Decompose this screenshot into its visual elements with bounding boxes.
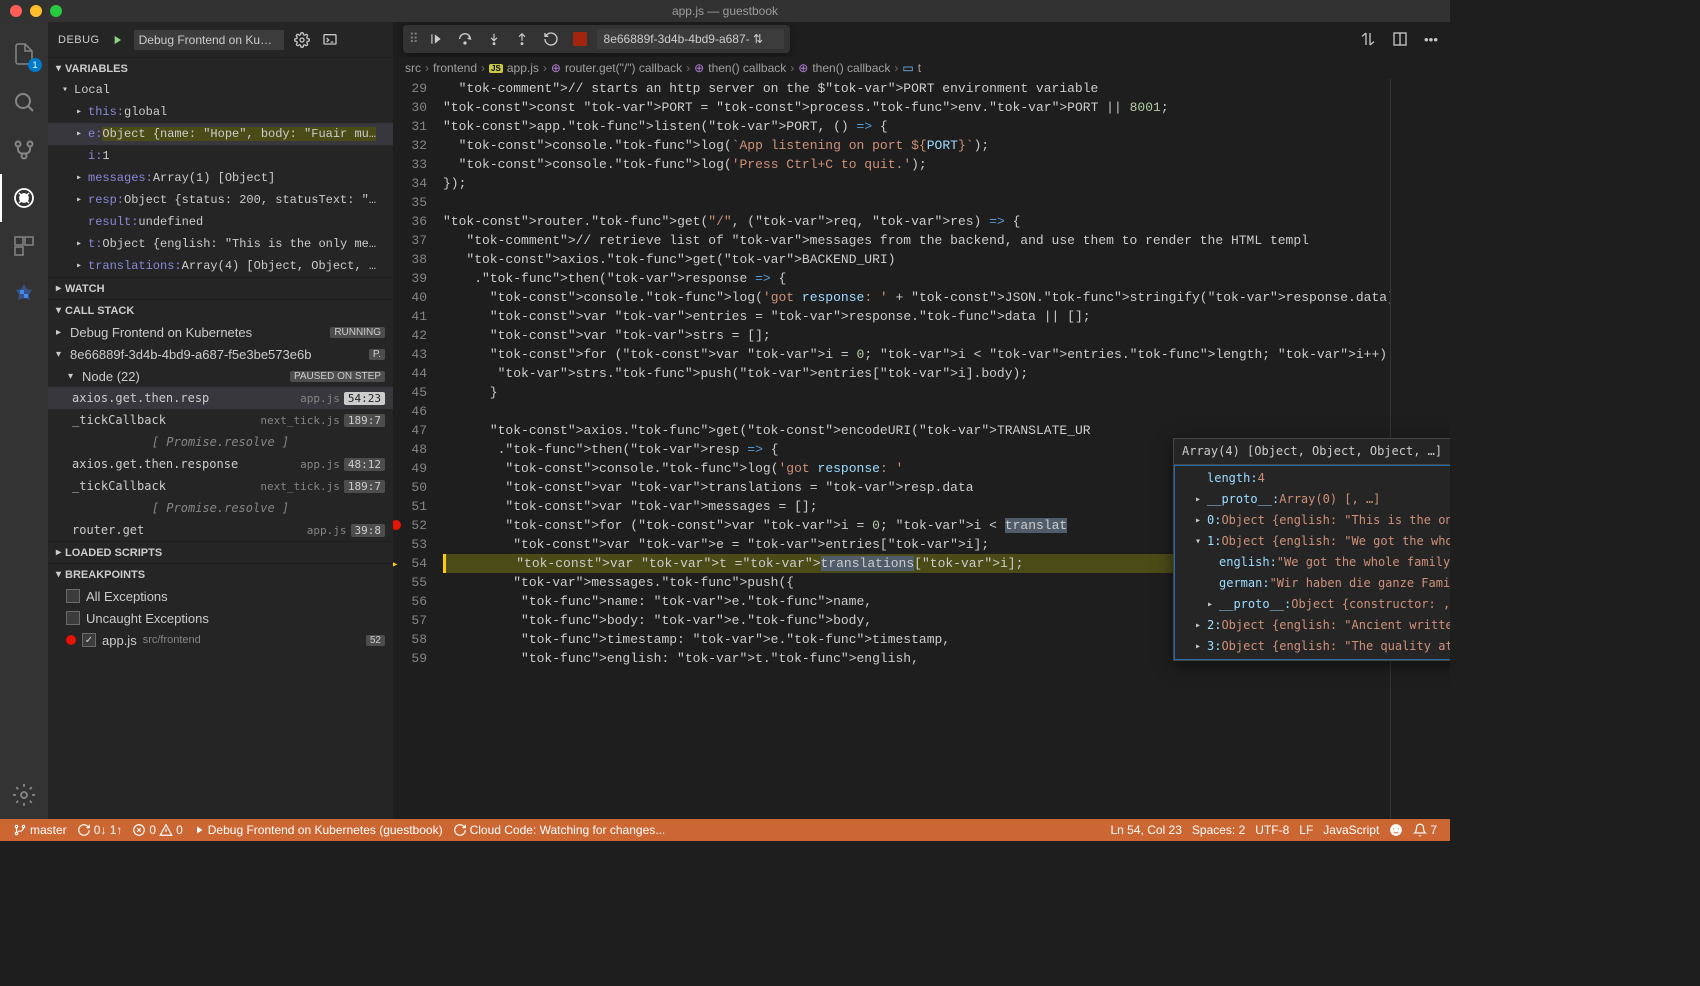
callstack-section-header[interactable]: ▾ CALL STACK: [48, 299, 393, 321]
split-editor-icon[interactable]: [1390, 29, 1410, 49]
step-into-button[interactable]: [483, 28, 505, 50]
variable-row[interactable]: ▸messages: Array(1) [Object]: [48, 167, 393, 189]
breakpoint-file[interactable]: app.js src/frontend 52: [48, 629, 393, 651]
debug-config-dropdown[interactable]: Debug Frontend on Kubern ⇅: [134, 30, 284, 50]
git-sync[interactable]: 0↓ 1↑: [72, 819, 128, 841]
continue-button[interactable]: [425, 28, 447, 50]
source-control-icon[interactable]: [0, 126, 48, 174]
callstack-thread[interactable]: ▾ 8e66889f-3d4b-4bd9-a687-f5e3be573e6b P…: [48, 343, 393, 365]
variable-row[interactable]: ▸t: Object {english: "This is the only m…: [48, 233, 393, 255]
debug-sidebar: DEBUG Debug Frontend on Kubern ⇅ ▾ VARIA…: [48, 22, 393, 819]
minimize-window-button[interactable]: [30, 5, 42, 17]
editor-area: ⠿ 8e66889f-3d4b-4bd9-a687- ⇅ ••• src › f…: [393, 22, 1450, 819]
callstack-node[interactable]: ▾ Node (22) PAUSED ON STEP: [48, 365, 393, 387]
cloud-code-status[interactable]: Cloud Code: Watching for changes...: [448, 819, 671, 841]
debug-toolbar: DEBUG Debug Frontend on Kubern ⇅: [48, 22, 393, 57]
watch-section-header[interactable]: ▸ WATCH: [48, 277, 393, 299]
language-mode[interactable]: JavaScript: [1318, 819, 1384, 841]
variable-row[interactable]: ▸this: global: [48, 101, 393, 123]
close-window-button[interactable]: [10, 5, 22, 17]
hover-property[interactable]: ▸0: Object {english: "This is the only m…: [1175, 510, 1450, 531]
search-icon[interactable]: [0, 78, 48, 126]
callstack-frame[interactable]: router.getapp.js 39:8: [48, 519, 393, 541]
callstack-session[interactable]: ▸ Debug Frontend on Kubernetes RUNNING: [48, 321, 393, 343]
hover-property[interactable]: ▸__proto__: Array(0) [, …]: [1175, 489, 1450, 510]
editor-toolbar: ⠿ 8e66889f-3d4b-4bd9-a687- ⇅ •••: [393, 22, 1450, 57]
callstack-frame[interactable]: axios.get.then.respapp.js 54:23: [48, 387, 393, 409]
function-icon: ⊕: [798, 61, 808, 75]
window-title: app.js — guestbook: [672, 4, 778, 18]
breakpoint-dot-icon: [66, 635, 76, 645]
extensions-icon[interactable]: [0, 222, 48, 270]
callstack-promise: [ Promise.resolve ]: [48, 497, 393, 519]
start-debug-button[interactable]: [108, 31, 126, 49]
hover-property[interactable]: german: "Wir haben die ganze Familie für…: [1175, 573, 1450, 594]
callstack-frame[interactable]: _tickCallbacknext_tick.js 189:7: [48, 409, 393, 431]
explorer-icon[interactable]: 1: [0, 30, 48, 78]
hover-property[interactable]: ▸2: Object {english: "Ancient written Ch…: [1175, 615, 1450, 636]
variable-row[interactable]: ▸resp: Object {status: 200, statusText: …: [48, 189, 393, 211]
debug-status[interactable]: Debug Frontend on Kubernetes (guestbook): [188, 819, 448, 841]
cursor-position[interactable]: Ln 54, Col 23: [1106, 819, 1187, 841]
compare-icon[interactable]: [1358, 29, 1378, 49]
code-editor[interactable]: 2930313233343536373839404142434445464748…: [393, 79, 1450, 819]
notifications[interactable]: 7: [1408, 819, 1442, 841]
local-scope[interactable]: ▾Local: [48, 79, 393, 101]
indentation[interactable]: Spaces: 2: [1187, 819, 1250, 841]
debug-label: DEBUG: [58, 34, 100, 46]
debug-hover-tooltip[interactable]: Array(4) [Object, Object, Object, …] len…: [1173, 438, 1450, 661]
thread-dropdown[interactable]: 8e66889f-3d4b-4bd9-a687- ⇅: [597, 29, 785, 49]
function-icon: ⊕: [694, 61, 704, 75]
statusbar: master 0↓ 1↑ 0 0 Debug Frontend on Kuber…: [0, 819, 1450, 841]
debug-controls: ⠿ 8e66889f-3d4b-4bd9-a687- ⇅: [403, 25, 790, 53]
titlebar: app.js — guestbook: [0, 0, 1450, 22]
js-file-icon: JS: [489, 64, 503, 73]
restart-button[interactable]: [539, 27, 563, 51]
eol[interactable]: LF: [1294, 819, 1318, 841]
callstack-frame[interactable]: _tickCallbacknext_tick.js 189:7: [48, 475, 393, 497]
problems[interactable]: 0 0: [127, 819, 187, 841]
checkbox[interactable]: [66, 611, 80, 625]
settings-icon[interactable]: [0, 771, 48, 819]
loaded-scripts-section-header[interactable]: ▸ LOADED SCRIPTS: [48, 541, 393, 563]
breakpoints-section-header[interactable]: ▾ BREAKPOINTS: [48, 563, 393, 585]
variables-section-header[interactable]: ▾ VARIABLES: [48, 57, 393, 79]
maximize-window-button[interactable]: [50, 5, 62, 17]
debug-icon[interactable]: [0, 174, 48, 222]
encoding[interactable]: UTF-8: [1250, 819, 1294, 841]
hover-property[interactable]: length: 4: [1175, 468, 1450, 489]
explorer-badge: 1: [28, 58, 42, 72]
activity-bar: 1: [0, 22, 48, 819]
debug-settings-button[interactable]: [292, 30, 312, 50]
git-branch[interactable]: master: [8, 819, 72, 841]
hover-property[interactable]: ▾1: Object {english: "We got the whole f…: [1175, 531, 1450, 552]
hover-header: Array(4) [Object, Object, Object, …]: [1174, 439, 1450, 465]
drag-handle-icon[interactable]: ⠿: [409, 31, 419, 47]
breakpoint-all-exceptions[interactable]: All Exceptions: [48, 585, 393, 607]
cloud-code-icon[interactable]: [0, 270, 48, 318]
checkbox[interactable]: [82, 633, 96, 647]
feedback-icon[interactable]: [1384, 819, 1408, 841]
variable-row[interactable]: ▸e: Object {name: "Hope", body: "Fuair m…: [48, 123, 393, 145]
variable-row[interactable]: result: undefined: [48, 211, 393, 233]
callstack-frame[interactable]: axios.get.then.responseapp.js 48:12: [48, 453, 393, 475]
more-actions-icon[interactable]: •••: [1422, 29, 1440, 49]
step-out-button[interactable]: [511, 28, 533, 50]
variable-row[interactable]: ▸translations: Array(4) [Object, Object,…: [48, 255, 393, 277]
function-icon: ⊕: [551, 61, 561, 75]
window-controls: [0, 5, 62, 17]
step-over-button[interactable]: [453, 27, 477, 51]
stop-button[interactable]: [569, 28, 591, 50]
variable-icon: ▭: [902, 61, 913, 75]
debug-console-button[interactable]: [320, 30, 340, 50]
hover-property[interactable]: english: "We got the whole family togeth…: [1175, 552, 1450, 573]
variable-row[interactable]: i: 1: [48, 145, 393, 167]
hover-property[interactable]: ▸__proto__: Object {constructor: , __def…: [1175, 594, 1450, 615]
callstack-promise: [ Promise.resolve ]: [48, 431, 393, 453]
checkbox[interactable]: [66, 589, 80, 603]
hover-property[interactable]: ▸3: Object {english: "The quality at hom…: [1175, 636, 1450, 657]
breadcrumb[interactable]: src › frontend › JS app.js › ⊕ router.ge…: [393, 57, 1450, 79]
breakpoint-uncaught-exceptions[interactable]: Uncaught Exceptions: [48, 607, 393, 629]
